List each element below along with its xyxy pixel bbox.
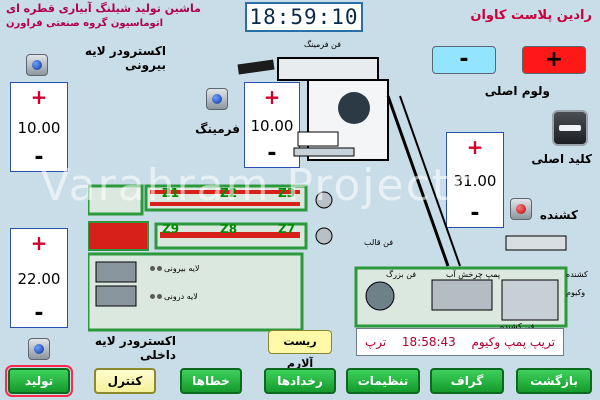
nav-back-button[interactable]: بازگشت <box>516 368 592 394</box>
zone-label: Z1 <box>162 186 180 200</box>
status-lamp-icon <box>157 266 162 271</box>
machine-name: ماشین تولید شیلنگ آبیاری قطره ای <box>6 2 201 15</box>
outer-extruder-minus-button[interactable]: - <box>34 147 43 169</box>
nav-events-button[interactable]: رخدادها <box>264 368 336 394</box>
inner-layer-label: لایه درونی <box>164 292 198 301</box>
nav-control-button[interactable]: کنترل <box>94 368 156 394</box>
zone-label: Z2 <box>220 186 238 200</box>
zone-label: Z9 <box>162 222 180 236</box>
message-time: 18:58:43 <box>401 335 456 349</box>
inner-extruder-value: 22.00 <box>17 270 61 288</box>
outer-extruder-setpoint: + 10.00 - <box>10 82 68 172</box>
zone-label: Z3 <box>278 186 296 200</box>
vacuum-label: وکیوم <box>566 288 586 297</box>
inner-extruder-label: اکسترودر لایه داخلی <box>94 334 176 362</box>
outer-extruder-value: 10.00 <box>17 119 61 137</box>
inner-extruder-plus-button[interactable]: + <box>31 233 48 253</box>
inner-layer-indicator: لایه درونی <box>150 292 198 301</box>
brand-name: رادین پلاست کاوان <box>470 8 592 23</box>
water-pump-label: پمپ چرخش آب <box>446 270 501 279</box>
status-lamp-icon <box>150 294 155 299</box>
outer-extruder-plus-button[interactable]: + <box>31 87 48 107</box>
fan-mold-label: فن قالب <box>364 238 394 247</box>
nav-settings-button[interactable]: تنظیمات <box>346 368 420 394</box>
inner-extruder-setpoint: + 22.00 - <box>10 228 68 328</box>
alarm-message-box: ترپ 18:58:43 تریپ پمپ وکیوم <box>356 328 564 356</box>
fan-forming-label: فن فرمینگ <box>304 40 341 49</box>
inner-extruder-minus-button[interactable]: - <box>34 303 43 325</box>
outer-layer-indicator: لایه بیرونی <box>150 264 199 273</box>
message-unit: ترپ <box>365 335 387 349</box>
status-lamp-icon <box>150 266 155 271</box>
clock-display: 18:59:10 <box>245 2 363 32</box>
blue-lamp-icon <box>34 344 44 354</box>
big-fan-label: فن بزرگ <box>386 270 417 279</box>
extrusion-line-diagram <box>88 57 568 332</box>
zone-label: Z8 <box>220 222 238 236</box>
zone-label: Z7 <box>278 222 296 236</box>
alarm-reset-button[interactable]: ریست آلارم <box>268 330 332 370</box>
automation-group: اتوماسیون گروه صنعتی فراورن <box>6 18 164 29</box>
blue-lamp-icon <box>32 60 42 70</box>
message-text: تریپ پمپ وکیوم <box>471 335 555 349</box>
nav-graph-button[interactable]: گراف <box>430 368 504 394</box>
outer-layer-label: لایه بیرونی <box>164 264 200 273</box>
puller-small-label: کشنده <box>566 270 588 279</box>
nav-production-button[interactable]: تولید <box>5 365 73 397</box>
status-lamp-icon <box>157 294 162 299</box>
outer-extruder-knob[interactable] <box>26 54 48 76</box>
nav-errors-button[interactable]: خطاها <box>180 368 242 394</box>
inner-extruder-knob[interactable] <box>28 338 50 360</box>
